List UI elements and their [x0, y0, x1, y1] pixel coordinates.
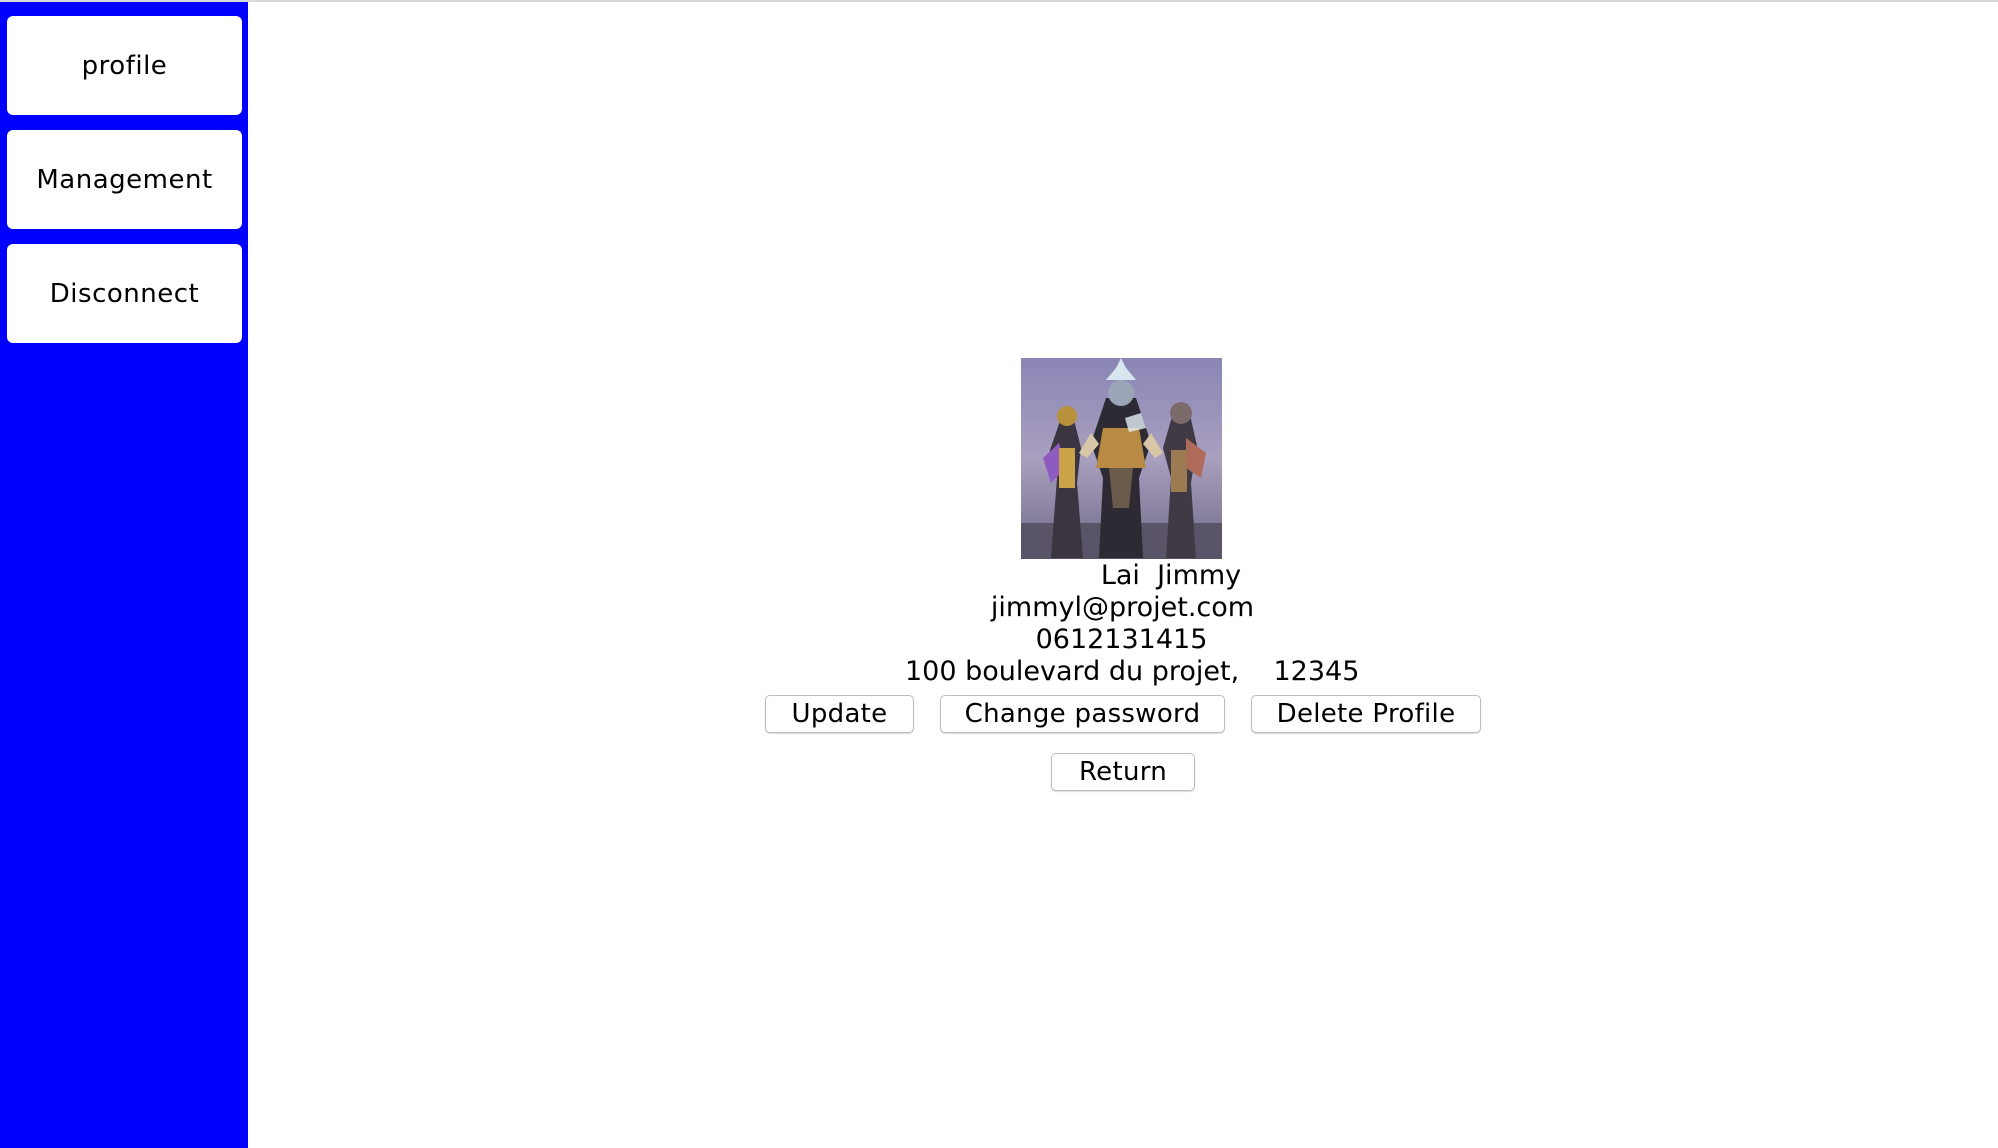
profile-email: jimmyl@projet.com [990, 592, 1255, 623]
return-button-label: Return [1078, 757, 1168, 787]
update-button-label: Update [791, 699, 888, 729]
change-password-button[interactable]: Change password [940, 695, 1225, 733]
sidebar-item-profile[interactable]: profile [7, 16, 242, 115]
app-window: profile Management Disconnect Lai Jimmy … [0, 0, 1998, 1148]
profile-phone: 0612131415 [1035, 624, 1208, 655]
delete-profile-button[interactable]: Delete Profile [1251, 695, 1481, 733]
sidebar-item-label: profile [81, 50, 168, 81]
change-password-button-label: Change password [964, 699, 1201, 729]
avatar-image [1021, 358, 1222, 559]
delete-profile-button-label: Delete Profile [1276, 699, 1456, 729]
sidebar: profile Management Disconnect [0, 2, 248, 1148]
sidebar-item-management[interactable]: Management [7, 130, 242, 229]
sidebar-item-label: Disconnect [49, 278, 200, 309]
sidebar-item-disconnect[interactable]: Disconnect [7, 244, 242, 343]
update-button[interactable]: Update [765, 695, 914, 733]
avatar [1021, 358, 1222, 559]
sidebar-item-label: Management [36, 164, 213, 195]
profile-name: Lai Jimmy [1100, 560, 1242, 591]
profile-address: 100 boulevard du projet, 12345 [905, 656, 1360, 687]
return-button[interactable]: Return [1051, 753, 1195, 791]
